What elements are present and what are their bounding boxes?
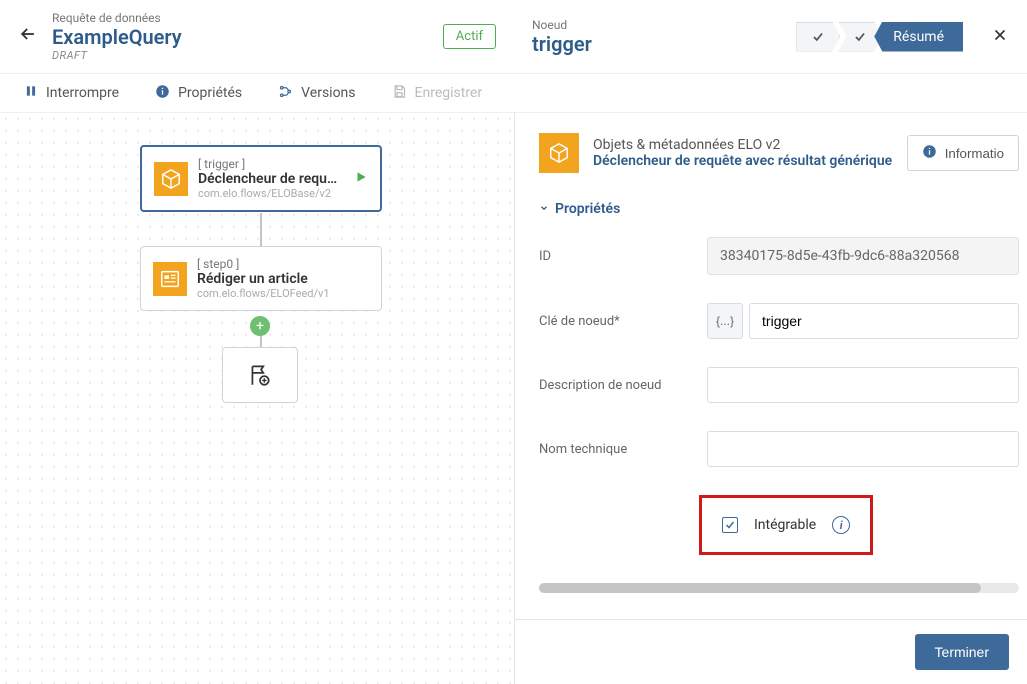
toolbar-enregistrer-label: Enregistrer: [415, 85, 483, 101]
flag-icon: [247, 362, 273, 388]
node-step0[interactable]: [ step0 ] Rédiger un article com.elo.flo…: [140, 246, 382, 311]
toolbar-enregistrer: Enregistrer: [392, 84, 483, 103]
article-icon: [153, 262, 187, 296]
panel-subtitle: Objets & métadonnées ELO v2: [593, 137, 893, 153]
integrable-checkbox[interactable]: [722, 517, 738, 533]
node-step0-title: Rédiger un article: [197, 271, 369, 287]
node-trigger-label: [ trigger ]: [198, 157, 344, 171]
play-icon: [354, 169, 368, 188]
node-step0-path: com.elo.flows/ELOFeed/v1: [197, 287, 369, 300]
toolbar-interrompre[interactable]: Interrompre: [24, 84, 119, 102]
field-nodekey-label: Clé de noeud*: [539, 314, 695, 329]
add-node-button[interactable]: +: [250, 316, 270, 336]
left-title-block: Requête de données ExampleQuery DRAFT: [52, 11, 429, 62]
section-proprietes-label: Propriétés: [555, 201, 620, 217]
field-desc-label: Description de noeud: [539, 378, 695, 393]
toolbar-versions[interactable]: Versions: [278, 84, 355, 103]
field-nodekey-input[interactable]: [749, 303, 1019, 339]
info-icon: [155, 84, 170, 103]
back-arrow-icon[interactable]: [18, 24, 38, 50]
save-icon: [392, 84, 407, 103]
node-trigger[interactable]: [ trigger ] Déclencheur de requête a... …: [140, 145, 382, 212]
information-button-label: Informatio: [945, 146, 1004, 161]
versions-icon: [278, 84, 293, 103]
left-label: Requête de données: [52, 11, 429, 25]
field-id-value: 38340175-8d5e-43fb-9dc6-88a320568: [707, 237, 1019, 275]
left-title: ExampleQuery: [52, 25, 429, 49]
integrable-highlight: Intégrable i: [699, 495, 873, 555]
field-tech-label: Nom technique: [539, 442, 695, 457]
tab-step-1[interactable]: [796, 22, 840, 52]
flow-canvas[interactable]: [ trigger ] Déclencheur de requête a... …: [0, 113, 514, 684]
terminer-button[interactable]: Terminer: [915, 634, 1009, 670]
close-icon[interactable]: [991, 25, 1009, 49]
information-button[interactable]: Informatio: [907, 135, 1019, 171]
toolbar-proprietes[interactable]: Propriétés: [155, 84, 242, 103]
info-icon: [922, 144, 937, 162]
panel-package-icon: [539, 133, 579, 173]
integrable-label: Intégrable: [754, 517, 816, 533]
connector-1: [260, 213, 262, 246]
integrable-info-icon[interactable]: i: [832, 516, 850, 534]
tab-resume[interactable]: Résumé: [874, 22, 963, 52]
field-tech-input[interactable]: [707, 431, 1019, 467]
field-desc-input[interactable]: [707, 367, 1019, 403]
right-label: Noeud: [532, 18, 782, 32]
panel-title: Déclencheur de requête avec résultat gén…: [593, 153, 893, 169]
node-trigger-title: Déclencheur de requête a...: [198, 171, 344, 187]
pause-icon: [24, 84, 38, 102]
horizontal-scrollbar[interactable]: [539, 583, 1019, 593]
toolbar-versions-label: Versions: [301, 85, 355, 101]
node-step0-label: [ step0 ]: [197, 257, 369, 271]
nodekey-prefix-button[interactable]: {...}: [707, 303, 743, 339]
package-icon: [154, 162, 188, 196]
step-tabs: Résumé: [796, 22, 963, 52]
chevron-down-icon: [539, 203, 549, 216]
section-proprietes-toggle[interactable]: Propriétés: [539, 201, 1019, 217]
toolbar-interrompre-label: Interrompre: [46, 85, 119, 101]
field-id-label: ID: [539, 249, 695, 264]
toolbar-proprietes-label: Propriétés: [178, 85, 242, 101]
right-title: trigger: [532, 32, 782, 56]
right-title-block: Noeud trigger: [532, 18, 782, 56]
left-subtitle: DRAFT: [52, 49, 429, 62]
status-badge: Actif: [443, 24, 496, 49]
end-node[interactable]: [222, 347, 298, 403]
node-trigger-path: com.elo.flows/ELOBase/v2: [198, 187, 344, 200]
